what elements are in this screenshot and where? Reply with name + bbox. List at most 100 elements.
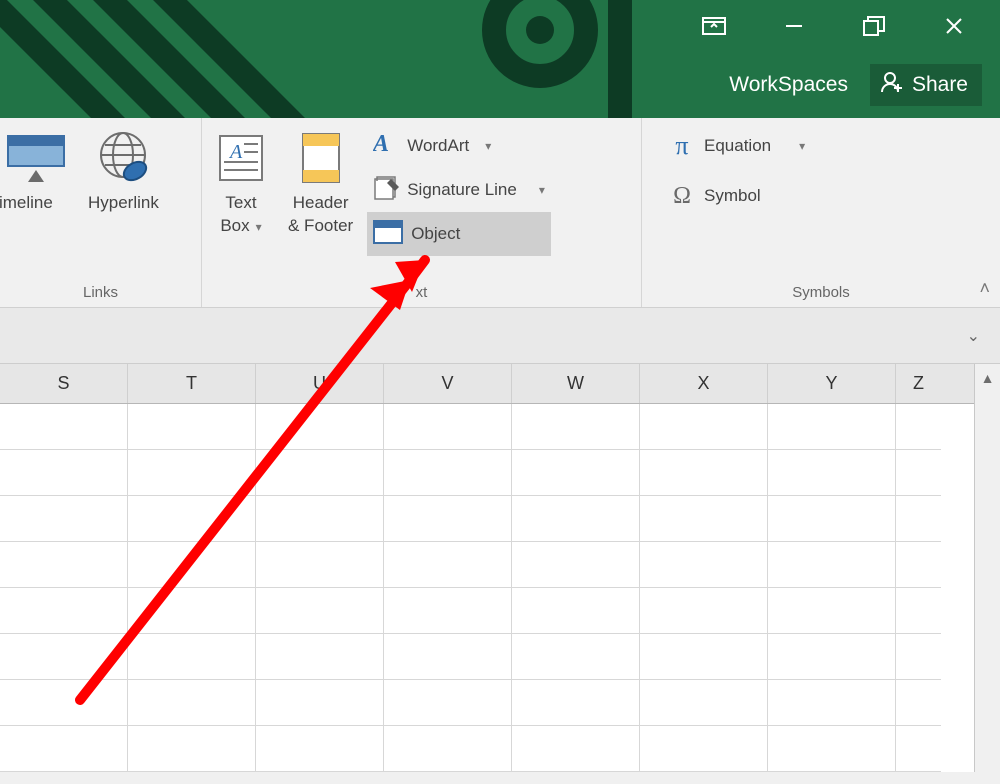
cell[interactable] bbox=[128, 450, 256, 496]
cell[interactable] bbox=[256, 542, 384, 588]
column-header[interactable]: S bbox=[0, 364, 128, 403]
cell[interactable] bbox=[768, 634, 896, 680]
cell[interactable] bbox=[512, 542, 640, 588]
cell[interactable] bbox=[128, 542, 256, 588]
cell[interactable] bbox=[640, 726, 768, 772]
cell[interactable] bbox=[256, 496, 384, 542]
cell[interactable] bbox=[768, 450, 896, 496]
table-row[interactable] bbox=[0, 450, 1000, 496]
cell[interactable] bbox=[0, 404, 128, 450]
cell[interactable] bbox=[896, 496, 941, 542]
expand-formula-bar-button[interactable]: ⌄ bbox=[959, 322, 988, 350]
cell[interactable] bbox=[384, 404, 512, 450]
cell[interactable] bbox=[384, 496, 512, 542]
cell[interactable] bbox=[384, 634, 512, 680]
share-button[interactable]: Share bbox=[870, 64, 982, 106]
header-footer-button[interactable]: Header & Footer bbox=[280, 124, 361, 237]
workspaces-button[interactable]: WorkSpaces bbox=[721, 67, 856, 103]
table-row[interactable] bbox=[0, 588, 1000, 634]
cell[interactable] bbox=[512, 496, 640, 542]
cell[interactable] bbox=[512, 726, 640, 772]
cell[interactable] bbox=[768, 404, 896, 450]
cell[interactable] bbox=[768, 680, 896, 726]
collapse-ribbon-button[interactable]: ˄ bbox=[979, 278, 990, 299]
column-header[interactable]: X bbox=[640, 364, 768, 403]
column-header[interactable]: V bbox=[384, 364, 512, 403]
cell[interactable] bbox=[896, 726, 941, 772]
column-header[interactable]: U bbox=[256, 364, 384, 403]
formula-bar[interactable]: ⌄ bbox=[0, 308, 1000, 364]
close-button[interactable] bbox=[934, 11, 974, 41]
cell[interactable] bbox=[256, 450, 384, 496]
cell[interactable] bbox=[0, 680, 128, 726]
timeline-button[interactable]: Timeline bbox=[6, 124, 74, 213]
column-header[interactable]: Z bbox=[896, 364, 941, 403]
cell[interactable] bbox=[896, 588, 941, 634]
cell[interactable] bbox=[896, 680, 941, 726]
cell[interactable] bbox=[0, 588, 128, 634]
cell[interactable] bbox=[640, 542, 768, 588]
cell[interactable] bbox=[0, 450, 128, 496]
cell[interactable] bbox=[256, 404, 384, 450]
column-header[interactable]: W bbox=[512, 364, 640, 403]
maximize-restore-button[interactable] bbox=[854, 11, 894, 41]
column-header[interactable]: T bbox=[128, 364, 256, 403]
table-row[interactable] bbox=[0, 726, 1000, 772]
cell[interactable] bbox=[896, 404, 941, 450]
cell[interactable] bbox=[640, 588, 768, 634]
table-row[interactable] bbox=[0, 680, 1000, 726]
cell[interactable] bbox=[640, 450, 768, 496]
cell[interactable] bbox=[768, 726, 896, 772]
wordart-button[interactable]: A WordArt ▾ bbox=[367, 124, 551, 168]
cell[interactable] bbox=[128, 404, 256, 450]
cell[interactable] bbox=[256, 588, 384, 634]
cell[interactable] bbox=[896, 450, 941, 496]
cell[interactable] bbox=[512, 450, 640, 496]
vertical-scrollbar[interactable]: ▲ bbox=[974, 364, 1000, 772]
cell[interactable] bbox=[128, 726, 256, 772]
table-row[interactable] bbox=[0, 542, 1000, 588]
table-row[interactable] bbox=[0, 496, 1000, 542]
ribbon-display-options-button[interactable] bbox=[694, 11, 734, 41]
cell[interactable] bbox=[768, 588, 896, 634]
table-row[interactable] bbox=[0, 404, 1000, 450]
cell[interactable] bbox=[640, 404, 768, 450]
hyperlink-button[interactable]: Hyperlink bbox=[80, 124, 167, 213]
cell[interactable] bbox=[768, 496, 896, 542]
cell[interactable] bbox=[512, 634, 640, 680]
cell[interactable] bbox=[512, 680, 640, 726]
scroll-up-button[interactable]: ▲ bbox=[975, 364, 1000, 392]
cell[interactable] bbox=[0, 496, 128, 542]
signature-line-button[interactable]: Signature Line ▾ bbox=[367, 168, 551, 212]
cell[interactable] bbox=[640, 496, 768, 542]
cell[interactable] bbox=[256, 634, 384, 680]
column-header[interactable]: Y bbox=[768, 364, 896, 403]
minimize-button[interactable] bbox=[774, 11, 814, 41]
cell[interactable] bbox=[256, 680, 384, 726]
cell[interactable] bbox=[384, 542, 512, 588]
cell[interactable] bbox=[0, 542, 128, 588]
worksheet-grid[interactable]: S T U V W X Y Z ▲ bbox=[0, 364, 1000, 772]
cell[interactable] bbox=[384, 680, 512, 726]
cell[interactable] bbox=[896, 634, 941, 680]
cell[interactable] bbox=[512, 404, 640, 450]
symbol-button[interactable]: Ω Symbol bbox=[662, 174, 767, 218]
cell[interactable] bbox=[768, 542, 896, 588]
cell[interactable] bbox=[0, 726, 128, 772]
cell[interactable] bbox=[128, 496, 256, 542]
object-button[interactable]: Object bbox=[367, 212, 551, 256]
cell[interactable] bbox=[0, 634, 128, 680]
cell[interactable] bbox=[384, 588, 512, 634]
equation-button[interactable]: π Equation ▾ bbox=[662, 124, 811, 168]
grid-cells[interactable] bbox=[0, 404, 1000, 772]
cell[interactable] bbox=[512, 588, 640, 634]
text-box-button[interactable]: A Text Box bbox=[208, 124, 274, 237]
cell[interactable] bbox=[384, 450, 512, 496]
cell[interactable] bbox=[640, 680, 768, 726]
cell[interactable] bbox=[384, 726, 512, 772]
cell[interactable] bbox=[640, 634, 768, 680]
cell[interactable] bbox=[128, 680, 256, 726]
cell[interactable] bbox=[128, 588, 256, 634]
cell[interactable] bbox=[256, 726, 384, 772]
cell[interactable] bbox=[128, 634, 256, 680]
